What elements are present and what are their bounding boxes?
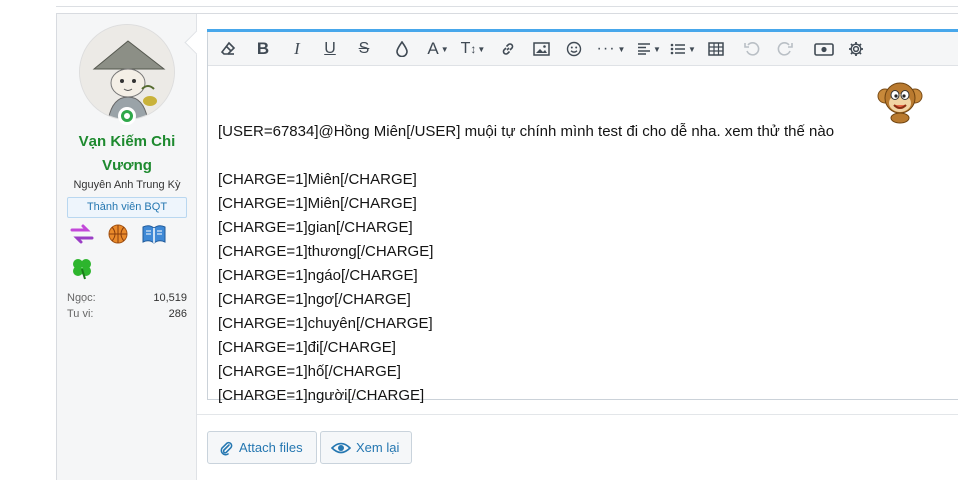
font-family-icon[interactable]: A ▼ [421,32,455,66]
list-icon[interactable]: ▼ [666,32,700,66]
clover-badge-icon[interactable] [69,255,95,281]
user-title: Nguyên Anh Trung Kỳ [73,179,181,191]
editor-line: [CHARGE=1]chuyên[/CHARGE] [218,315,433,332]
preview-button[interactable]: Xem lại [320,431,412,464]
editor-line [218,96,938,120]
book-badge-icon[interactable] [141,221,167,247]
text-color-icon[interactable] [388,32,416,66]
image-icon[interactable] [527,32,555,66]
undo-icon[interactable] [738,32,766,66]
editor-line: [USER=67834]@Hồng Miên[/USER] muội tự ch… [218,123,835,140]
editor-line: [CHARGE=1]ngơ[/CHARGE] [218,291,411,308]
editor-toolbar: B I U S A ▼ T ↕ ▼ ··· ▼ ▼ ▼ [208,32,958,66]
stat-label: Tu vi: [67,308,94,320]
paperclip-icon [220,441,233,455]
message-editor[interactable]: B I U S A ▼ T ↕ ▼ ··· ▼ ▼ ▼ [USER=67834]… [207,29,958,404]
editor-line: [CHARGE=1]gian[/CHARGE] [218,219,413,236]
editor-content[interactable]: [USER=67834]@Hồng Miên[/USER] muội tự ch… [218,96,938,408]
preview-label: Xem lại [356,440,400,455]
editor-line: [CHARGE=1]người[/CHARGE] [218,387,425,404]
attach-files-button[interactable]: Attach files [207,431,317,464]
attach-files-label: Attach files [239,440,303,455]
user-stats: Ngọc: 10,519 Tu vi: 286 [67,290,187,322]
more-options-icon[interactable]: ··· ▼ [594,32,628,66]
username[interactable]: Vạn Kiếm Chi Vương [57,130,197,178]
font-size-icon[interactable]: T ↕ ▼ [456,32,490,66]
stat-value: 10,519 [153,292,187,304]
top-strip [56,0,958,7]
bold-icon[interactable]: B [249,32,277,66]
eraser-icon[interactable] [214,32,242,66]
editor-line [218,144,938,168]
basketball-badge-icon[interactable] [105,221,131,247]
user-info-panel: Vạn Kiếm Chi Vương Nguyên Anh Trung Kỳ T… [57,14,197,480]
editor-line: [CHARGE=1]Miên[/CHARGE] [218,171,417,188]
strikethrough-icon[interactable]: S [350,32,378,66]
italic-icon[interactable]: I [283,32,311,66]
avatar[interactable] [79,24,175,120]
editor-line: [CHARGE=1]Miên[/CHARGE] [218,195,417,212]
align-icon[interactable]: ▼ [632,32,666,66]
redo-icon[interactable] [771,32,799,66]
charge-icon[interactable] [809,32,839,66]
user-banner: Thành viên BQT [67,197,187,218]
smilie-icon[interactable] [560,32,588,66]
stat-label: Ngọc: [67,292,96,304]
table-icon[interactable] [702,32,730,66]
editor-line: [CHARGE=1]ngáo[/CHARGE] [218,267,418,284]
editor-line: [CHARGE=1]đi[/CHARGE] [218,339,396,356]
link-icon[interactable] [494,32,522,66]
editor-line: [CHARGE=1]thương[/CHARGE] [218,243,434,260]
underline-icon[interactable]: U [316,32,344,66]
transfer-badge-icon[interactable] [69,221,95,247]
eye-icon [331,442,351,453]
online-status-icon [118,107,136,125]
stat-row-tu-vi: Tu vi: 286 [67,306,187,322]
settings-icon[interactable] [842,32,870,66]
divider [197,414,958,415]
stat-row-ngoc: Ngọc: 10,519 [67,290,187,306]
stat-value: 286 [168,308,187,320]
reply-form: Vạn Kiếm Chi Vương Nguyên Anh Trung Kỳ T… [56,13,958,480]
editor-line: [CHARGE=1]hố[/CHARGE] [218,363,401,380]
